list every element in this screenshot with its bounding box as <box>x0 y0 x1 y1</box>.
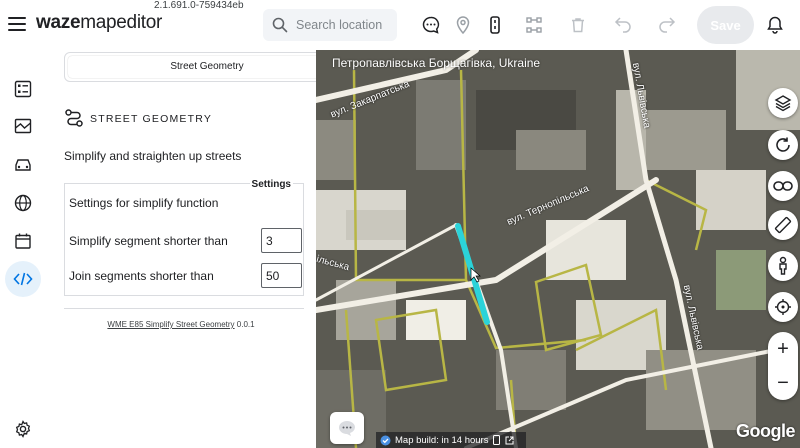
bell-icon[interactable] <box>764 14 786 36</box>
hamburger-menu-icon[interactable] <box>6 13 28 35</box>
nodes-icon[interactable] <box>523 14 545 36</box>
top-bar: 2.1.691.0-759434eb wazemapeditor Search … <box>0 0 800 50</box>
map-build-bar: Map build: in 14 hours <box>376 432 526 448</box>
search-box[interactable] <box>263 9 397 41</box>
zoom-controls: + − <box>768 332 798 400</box>
left-rail <box>0 50 46 448</box>
chat-icon[interactable] <box>420 14 442 36</box>
verified-icon <box>380 435 391 445</box>
globe-icon[interactable] <box>5 185 41 221</box>
map-location-title: Петропавлівська Борщагівка, Ukraine <box>332 56 541 70</box>
join-threshold-input[interactable] <box>261 263 302 288</box>
section-title: STREET GEOMETRY <box>90 113 213 125</box>
scripts-panel: Street Geometry STREET GEOMETRY Simplify… <box>46 50 350 448</box>
map-view[interactable]: Петропавлівська Борщагівка, Ukraine вул.… <box>316 50 800 448</box>
refresh-icon[interactable] <box>768 130 798 160</box>
checklist-icon[interactable] <box>5 71 41 107</box>
ruler-icon[interactable] <box>768 210 798 240</box>
settings-icon[interactable] <box>5 411 41 447</box>
layers-icon[interactable] <box>768 88 798 118</box>
place-icon[interactable] <box>452 14 474 36</box>
save-button[interactable]: Save <box>697 6 754 44</box>
settings-fieldset: Settings Settings for simplify function … <box>64 179 304 296</box>
search-icon <box>272 17 288 33</box>
panel-divider <box>64 308 304 309</box>
map-edit-icon[interactable] <box>5 108 41 144</box>
delete-icon[interactable] <box>567 14 589 36</box>
street-geometry-icon <box>65 109 83 127</box>
map-build-text: Map build: in 14 hours <box>395 434 489 446</box>
settings-header: Settings <box>249 179 293 190</box>
calendar-icon[interactable] <box>5 223 41 259</box>
join-label: Join segments shorter than <box>69 269 214 283</box>
redo-icon[interactable] <box>656 14 678 36</box>
app-logo: wazemapeditor <box>36 12 163 33</box>
settings-caption: Settings for simplify function <box>69 196 219 210</box>
locate-icon[interactable] <box>768 292 798 322</box>
tab-street-geometry[interactable]: Street Geometry <box>68 56 346 78</box>
zoom-out-button[interactable]: − <box>768 366 798 400</box>
external-link-icon[interactable] <box>505 436 514 445</box>
version-label: 2.1.691.0-759434eb <box>154 0 244 11</box>
chat-bubble-button[interactable] <box>330 412 364 444</box>
simplify-threshold-input[interactable] <box>261 228 302 253</box>
script-link[interactable]: WME E85 Simplify Street Geometry <box>107 320 234 329</box>
zoom-in-button[interactable]: + <box>768 332 798 366</box>
satellite-map[interactable] <box>316 50 800 448</box>
phone-icon[interactable] <box>492 435 501 445</box>
car-icon[interactable] <box>5 146 41 182</box>
link-icon[interactable] <box>768 171 798 201</box>
search-input[interactable] <box>296 18 390 32</box>
script-footer: WME E85 Simplify Street Geometry 0.0.1 <box>46 320 316 329</box>
street-view-icon[interactable] <box>768 251 798 281</box>
script-tabs: Street Geometry <box>64 52 350 82</box>
segment-icon[interactable] <box>484 14 506 36</box>
google-attribution: Google <box>736 421 796 441</box>
wme-app: 2.1.691.0-759434eb wazemapeditor Search … <box>0 0 800 448</box>
undo-icon[interactable] <box>612 14 634 36</box>
code-icon[interactable] <box>5 261 41 297</box>
simplify-label: Simplify segment shorter than <box>69 234 228 248</box>
script-version: 0.0.1 <box>234 320 255 329</box>
section-description: Simplify and straighten up streets <box>64 149 242 163</box>
